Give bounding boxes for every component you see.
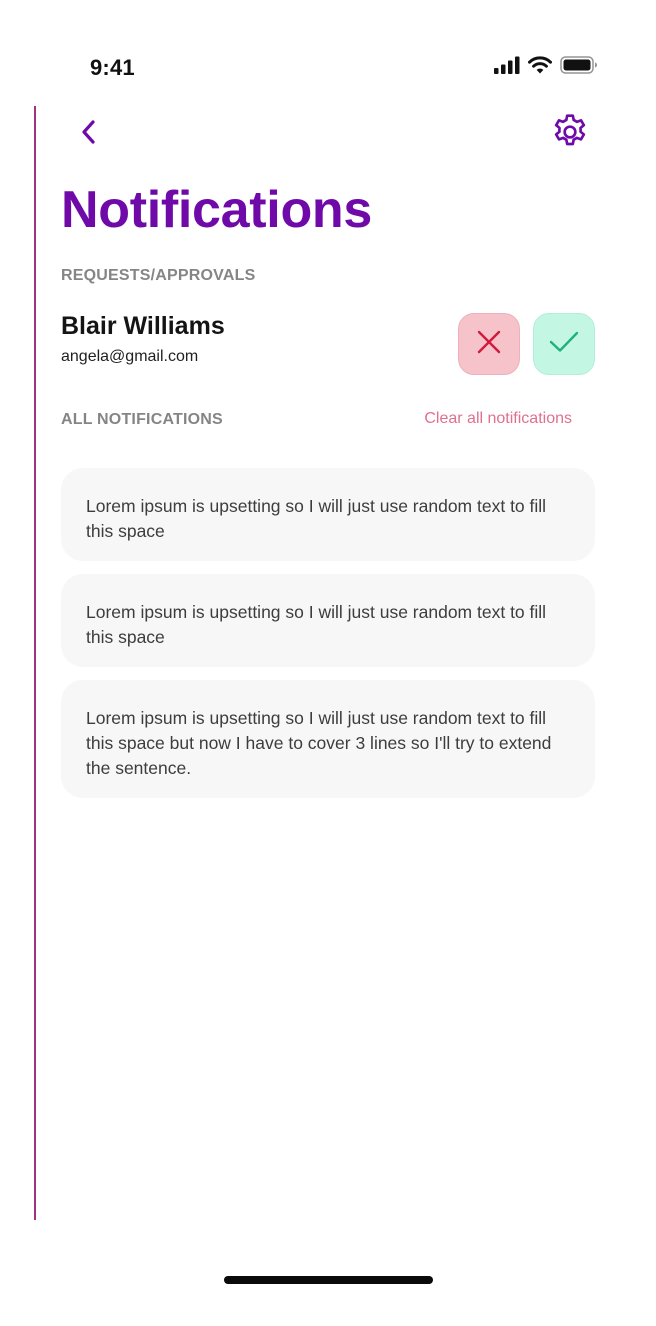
request-name: Blair Williams (61, 312, 225, 340)
status-icons (494, 56, 598, 79)
notification-text: Lorem ipsum is upsetting so I will just … (86, 708, 552, 778)
cellular-signal-icon (494, 56, 520, 79)
notification-text: Lorem ipsum is upsetting so I will just … (86, 496, 547, 541)
notifications-section-label: ALL NOTIFICATIONS (61, 411, 223, 428)
request-email: angela@gmail.com (61, 348, 199, 365)
notification-card[interactable]: Lorem ipsum is upsetting so I will just … (61, 468, 595, 561)
wifi-icon (528, 56, 552, 79)
chevron-left-icon (78, 118, 98, 151)
left-divider (34, 106, 36, 1220)
requests-section-label: REQUESTS/APPROVALS (61, 267, 256, 284)
reject-request-button[interactable] (458, 313, 520, 375)
clear-all-notifications-link[interactable]: Clear all notifications (424, 410, 572, 428)
back-button[interactable] (70, 116, 106, 152)
notification-card[interactable]: Lorem ipsum is upsetting so I will just … (61, 680, 595, 798)
close-icon (476, 329, 502, 360)
status-time: 9:41 (90, 55, 135, 80)
check-icon (549, 330, 579, 359)
page-title: Notifications (61, 181, 372, 239)
settings-button[interactable] (548, 112, 592, 156)
approve-request-button[interactable] (533, 313, 595, 375)
notification-card[interactable]: Lorem ipsum is upsetting so I will just … (61, 574, 595, 667)
home-indicator[interactable] (224, 1276, 433, 1284)
gear-icon (550, 112, 590, 157)
battery-icon (560, 56, 598, 79)
notification-text: Lorem ipsum is upsetting so I will just … (86, 602, 547, 647)
